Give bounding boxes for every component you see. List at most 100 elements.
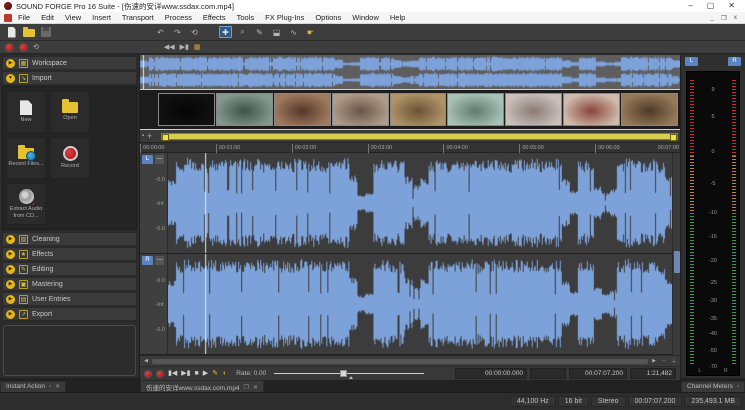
sidebar-item-effects[interactable]: ▶ ★ Effects [2, 247, 137, 261]
right-channel-button[interactable]: R [142, 256, 153, 265]
loop-playback-button[interactable]: ⟲ [33, 43, 39, 51]
sample-position-field[interactable]: 1:21,482 [630, 368, 676, 379]
event-tool-button[interactable]: ⬓ [270, 26, 283, 38]
overview-canvas[interactable] [140, 55, 680, 89]
rate-slider[interactable] [274, 369, 424, 378]
open-button[interactable]: Open [50, 91, 90, 133]
doc-minimize-button[interactable]: _ [710, 14, 714, 22]
repeat-button[interactable]: ⟲ [188, 26, 201, 38]
sidebar-item-mastering[interactable]: ▶ ▣ Mastering [2, 277, 137, 291]
total-length-field[interactable]: 00:07:07.200 [569, 368, 627, 379]
menu-item[interactable]: Process [165, 13, 192, 22]
pin-icon[interactable]: ▫ [49, 384, 51, 390]
sidebar-item-export[interactable]: ▶ ↗ Export [2, 307, 137, 321]
scroll-right-button[interactable]: ▶ [650, 358, 658, 364]
menu-item[interactable]: File [18, 13, 30, 22]
sidebar-item-editing[interactable]: ▶ ✎ Editing [2, 262, 137, 276]
menu-item[interactable]: Options [315, 13, 341, 22]
redo-button[interactable]: ↷ [171, 26, 184, 38]
play-button[interactable]: ▶ [203, 369, 208, 379]
close-button[interactable]: ✕ [728, 1, 735, 11]
pan-tool-button[interactable]: ✚ [219, 26, 232, 38]
close-icon[interactable]: ✕ [55, 383, 60, 390]
expand-arrow-icon[interactable]: ▶ [6, 280, 15, 289]
video-thumbnail[interactable] [216, 93, 273, 126]
new-file-button[interactable] [5, 26, 18, 38]
menu-item[interactable]: Transport [122, 13, 154, 22]
video-thumbnail[interactable] [621, 93, 678, 126]
video-thumbnail[interactable] [563, 93, 620, 126]
zoom-tool-button[interactable]: ⌕ [236, 26, 249, 38]
new-button[interactable]: New [6, 91, 46, 133]
waveform-canvases[interactable] [168, 153, 672, 355]
sidebar-item-cleaning[interactable]: ▶ ▧ Cleaning [2, 232, 137, 246]
expand-arrow-icon[interactable]: ▶ [6, 235, 15, 244]
menu-item[interactable]: Tools [237, 13, 255, 22]
expand-arrow-icon[interactable]: ▶ [6, 250, 15, 259]
zoom-in-button[interactable]: ＋ [670, 358, 678, 365]
maximize-button[interactable]: ▢ [707, 1, 715, 11]
sidebar-item-workspace[interactable]: ▶ ▦ Workspace [2, 56, 137, 70]
zoom-out-button[interactable]: − [660, 358, 668, 364]
scrollbar-thumb[interactable] [674, 251, 680, 273]
horizontal-scrollbar[interactable]: ◀ ▶ − ＋ [140, 355, 680, 366]
undo-button[interactable]: ↶ [154, 26, 167, 38]
minimize-channel-icon[interactable]: — [155, 155, 164, 164]
doc-close-button[interactable]: x [734, 14, 737, 22]
expand-arrow-icon[interactable]: ▶ [6, 265, 15, 274]
video-thumbnail[interactable] [447, 93, 504, 126]
play-as-cutlist-icon[interactable]: ✎ [212, 369, 218, 379]
sidebar-item-import[interactable]: ▼ ↘ Import [2, 71, 137, 85]
meter-left-button[interactable]: L [685, 57, 698, 66]
record-button[interactable]: Record [50, 137, 90, 179]
menu-item[interactable]: Edit [41, 13, 54, 22]
slider-handle[interactable] [340, 370, 347, 377]
record-button[interactable] [156, 370, 164, 378]
waveform-overview[interactable] [140, 55, 680, 89]
doc-restore-button[interactable]: ❐ [721, 14, 727, 22]
save-button[interactable] [39, 26, 52, 38]
left-channel-button[interactable]: L [142, 155, 153, 164]
instant-action-tab[interactable]: Instant Action ▫ ✕ [0, 381, 66, 392]
record-button[interactable] [19, 43, 28, 52]
scroll-left-button[interactable]: ◀ [142, 358, 150, 364]
minimize-button[interactable]: – [688, 1, 692, 11]
loop-region-bar[interactable] [161, 133, 678, 140]
edit-tool-button[interactable]: ✎ [253, 26, 266, 38]
extract-audio-cd-button[interactable]: Extract Audio from CD... [6, 183, 46, 225]
collapse-arrow-icon[interactable]: ▼ [6, 74, 15, 83]
video-thumbnail[interactable] [505, 93, 562, 126]
go-to-start-button[interactable]: ◀◀ [164, 43, 175, 51]
pan-crosshair-icon[interactable]: ✛ [147, 133, 152, 140]
menu-item[interactable]: Window [352, 13, 379, 22]
left-channel-waveform[interactable] [168, 153, 672, 254]
auto-region-button[interactable]: ▦ [194, 43, 201, 51]
time-ruler[interactable]: 00:00:0000:01:0000:02:0000:03:0000:04:00… [140, 142, 680, 153]
pin-icon[interactable]: ▫ [737, 384, 739, 390]
meter-right-button[interactable]: R [728, 57, 741, 66]
go-to-end-button[interactable]: ▶▮ [180, 43, 189, 51]
expand-arrow-icon[interactable]: ▶ [6, 59, 15, 68]
video-thumbnail[interactable] [274, 93, 331, 126]
menu-item[interactable]: FX Plug-Ins [265, 13, 304, 22]
menu-item[interactable]: Insert [92, 13, 111, 22]
minimize-channel-icon[interactable]: — [155, 256, 164, 265]
open-file-button[interactable] [22, 26, 35, 38]
restore-icon[interactable]: ❐ [244, 384, 249, 391]
record-options-button[interactable] [144, 370, 152, 378]
scrollbar-track[interactable] [152, 359, 648, 364]
recent-files-button[interactable]: Recent Files... [6, 137, 46, 179]
channel-meters-tab[interactable]: Channel Meters ▫ [681, 381, 745, 392]
sidebar-item-user-entries[interactable]: ▶ ▤ User Entries [2, 292, 137, 306]
close-icon[interactable]: ✕ [253, 384, 258, 391]
video-thumbnail[interactable] [332, 93, 389, 126]
menu-item[interactable]: Help [390, 13, 405, 22]
go-to-end-button[interactable]: ▶▮ [181, 369, 190, 379]
video-thumbnail[interactable] [390, 93, 447, 126]
cursor-position-field[interactable]: 00:00:00.000 [455, 368, 527, 379]
right-channel-waveform[interactable] [168, 254, 672, 355]
envelope-tool-button[interactable]: ∿ [287, 26, 300, 38]
record-options-button[interactable] [5, 43, 14, 52]
loop-icon[interactable]: ◖ [222, 369, 226, 379]
video-thumbnail[interactable] [158, 93, 215, 126]
